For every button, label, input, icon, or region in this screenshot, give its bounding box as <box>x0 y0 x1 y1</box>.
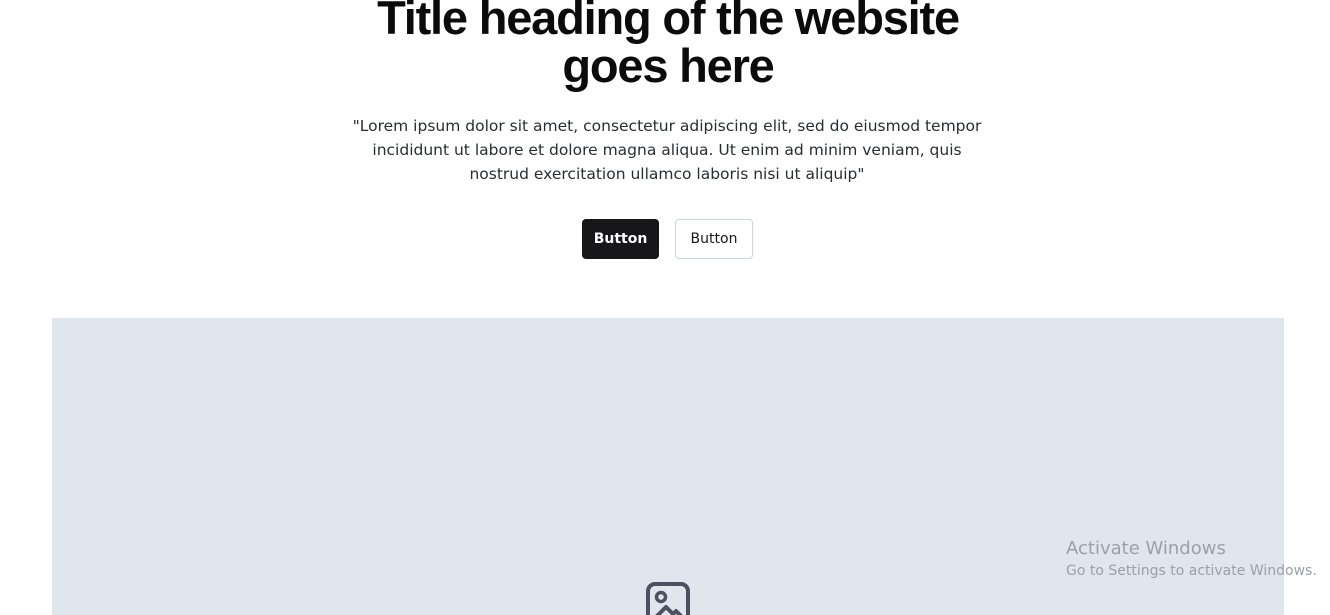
primary-button[interactable]: Button <box>582 219 659 259</box>
secondary-button[interactable]: Button <box>675 219 753 259</box>
hero-image-placeholder <box>52 318 1284 615</box>
hero-title: Title heading of the website goes here <box>0 0 1330 90</box>
page: Title heading of the website goes here "… <box>0 0 1330 615</box>
hero-title-line-1: Title heading of the website <box>377 0 960 44</box>
hero-description: "Lorem ipsum dolor sit amet, consectetur… <box>352 117 982 183</box>
hero-title-line-2: goes here <box>562 39 774 92</box>
image-icon <box>646 582 690 615</box>
